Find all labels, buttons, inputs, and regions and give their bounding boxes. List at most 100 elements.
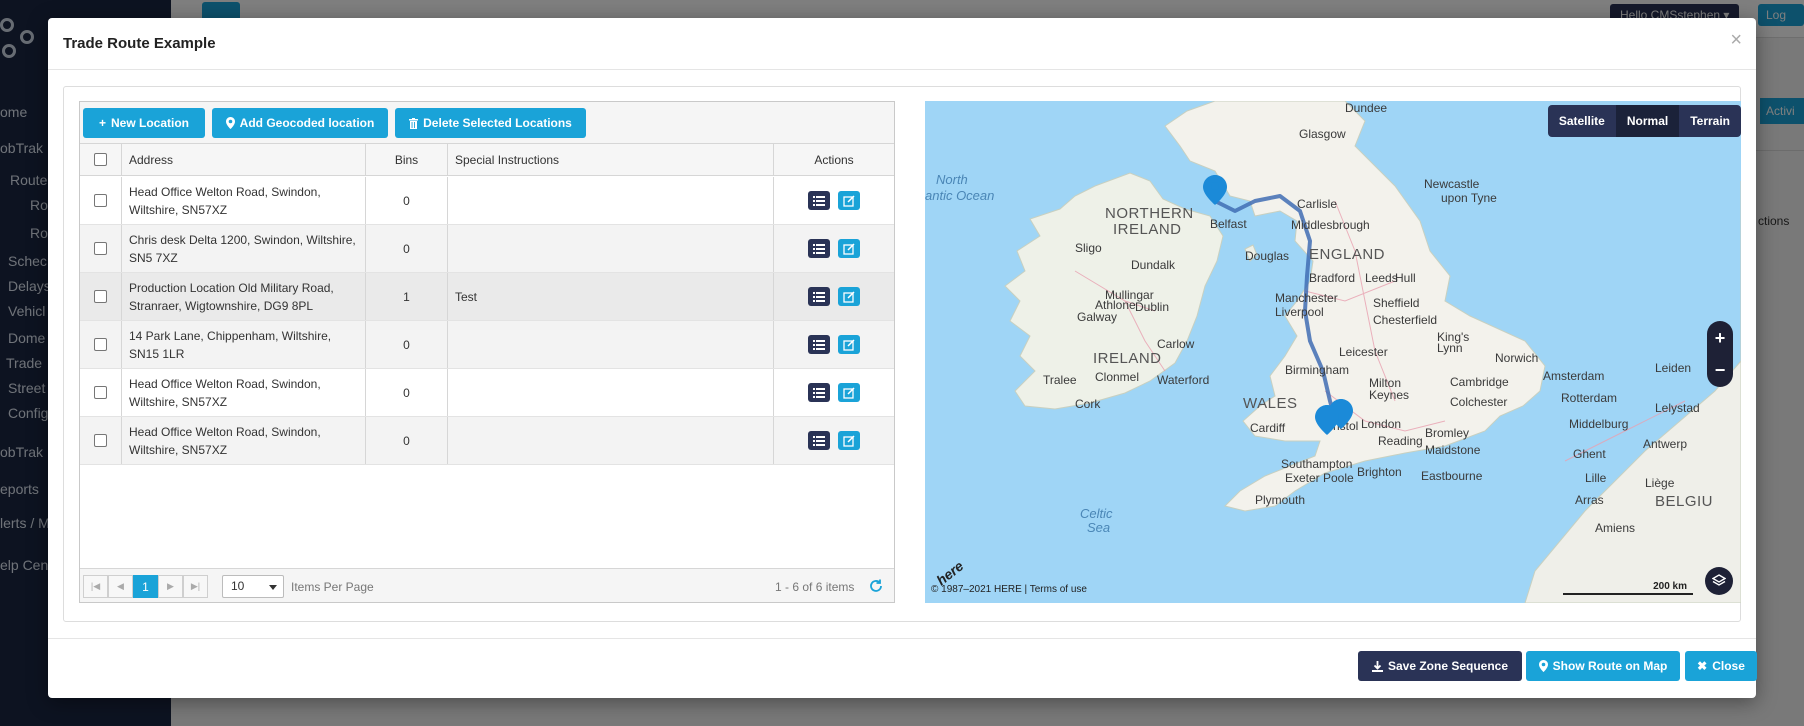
list-icon[interactable]: [808, 431, 830, 450]
new-location-button[interactable]: + New Location: [83, 108, 205, 138]
row-checkbox[interactable]: [94, 338, 107, 351]
edit-icon[interactable]: [838, 431, 860, 450]
map-label: Liverpool: [1275, 305, 1324, 319]
map-label: Exeter: [1285, 471, 1320, 485]
caret-down-icon: [269, 585, 277, 590]
map-label: Amsterdam: [1543, 369, 1605, 383]
table-row[interactable]: Head Office Welton Road, Swindon, Wiltsh…: [80, 177, 894, 225]
table-row[interactable]: Head Office Welton Road, Swindon, Wiltsh…: [80, 369, 894, 417]
list-icon[interactable]: [808, 191, 830, 210]
add-geocoded-label: Add Geocoded location: [239, 116, 375, 130]
previous-page-button[interactable]: ◀: [108, 575, 133, 598]
locations-grid: + New Location Add Geocoded location Del…: [79, 101, 895, 603]
map-type-terrain[interactable]: Terrain: [1679, 105, 1741, 137]
map-label: Dundalk: [1131, 258, 1176, 272]
map-marker-icon[interactable]: [1315, 405, 1339, 435]
map-label: Manchester: [1275, 291, 1338, 305]
map-label: Dundee: [1345, 101, 1388, 115]
address-cell: Head Office Welton Road, Swindon, Wiltsh…: [122, 177, 366, 224]
route-map[interactable]: North antic Ocean Celtic Sea Dundee Glasgow Ne…: [925, 101, 1741, 603]
pager-info: 1 - 6 of 6 items: [775, 580, 855, 594]
first-page-button[interactable]: |◀: [83, 575, 108, 598]
page-size-select[interactable]: 10: [222, 575, 284, 598]
edit-icon[interactable]: [838, 335, 860, 354]
special-instructions-cell: [448, 369, 774, 416]
map-label: Maidstone: [1425, 443, 1481, 457]
select-all-checkbox[interactable]: [94, 153, 107, 166]
show-route-on-map-button[interactable]: Show Route on Map: [1526, 651, 1680, 681]
modal-body: + New Location Add Geocoded location Del…: [63, 86, 1741, 622]
refresh-icon[interactable]: [868, 578, 884, 594]
table-row[interactable]: Chris desk Delta 1200, Swindon, Wiltshir…: [80, 225, 894, 273]
special-instructions-cell: [448, 417, 774, 464]
map-label: WALES: [1243, 395, 1298, 412]
zoom-out-button[interactable]: −: [1715, 359, 1726, 381]
edit-icon[interactable]: [838, 287, 860, 306]
row-checkbox[interactable]: [94, 386, 107, 399]
map-label: Leicester: [1339, 345, 1388, 359]
new-location-label: New Location: [111, 116, 190, 130]
close-button[interactable]: ✖ Close: [1685, 651, 1757, 681]
table-row[interactable]: Production Location Old Military Road, S…: [80, 273, 894, 321]
header-select-all-cell: [80, 144, 122, 175]
list-icon[interactable]: [808, 287, 830, 306]
map-label: Reading: [1378, 434, 1423, 448]
map-label: Sheffield: [1373, 296, 1420, 310]
table-row[interactable]: Head Office Welton Road, Swindon, Wiltsh…: [80, 417, 894, 465]
bins-cell: 0: [366, 225, 448, 272]
row-select-cell: [80, 417, 122, 464]
map-type-satellite[interactable]: Satellite: [1548, 105, 1616, 137]
terms-of-use-link[interactable]: Terms of use: [1030, 584, 1087, 595]
zoom-in-button[interactable]: +: [1715, 327, 1726, 349]
bins-cell: 0: [366, 177, 448, 224]
edit-icon[interactable]: [838, 191, 860, 210]
map-type-switcher: Satellite Normal Terrain: [1547, 105, 1741, 137]
table-row[interactable]: 14 Park Lane, Chippenham, Wiltshire, SN1…: [80, 321, 894, 369]
list-icon[interactable]: [808, 335, 830, 354]
row-checkbox[interactable]: [94, 194, 107, 207]
grid-toolbar: + New Location Add Geocoded location Del…: [80, 102, 894, 144]
bins-cell: 0: [366, 369, 448, 416]
map-label: Tralee: [1043, 373, 1077, 387]
layers-button[interactable]: [1705, 567, 1733, 595]
map-label: Eastbourne: [1421, 469, 1483, 483]
map-marker-icon[interactable]: [1203, 175, 1227, 205]
row-select-cell: [80, 273, 122, 320]
map-label: antic Ocean: [925, 188, 995, 203]
last-page-button[interactable]: ▶|: [183, 575, 208, 598]
special-instructions-cell: Test: [448, 273, 774, 320]
map-label: IRELAND: [1093, 350, 1162, 367]
next-page-button[interactable]: ▶: [158, 575, 183, 598]
row-checkbox[interactable]: [94, 242, 107, 255]
save-zone-sequence-button[interactable]: Save Zone Sequence: [1358, 651, 1522, 681]
map-label: Middelburg: [1569, 417, 1629, 431]
map-marker-icon: [225, 117, 235, 129]
map-label: ENGLAND: [1309, 246, 1386, 263]
list-icon[interactable]: [808, 383, 830, 402]
map-type-normal[interactable]: Normal: [1615, 105, 1680, 137]
add-geocoded-location-button[interactable]: Add Geocoded location: [212, 108, 388, 138]
edit-icon[interactable]: [838, 239, 860, 258]
delete-selected-locations-button[interactable]: Delete Selected Locations: [395, 108, 586, 138]
map-label: Birmingham: [1285, 363, 1350, 377]
row-select-cell: [80, 321, 122, 368]
column-header-special-instructions[interactable]: Special Instructions: [448, 144, 774, 175]
row-checkbox[interactable]: [94, 290, 107, 303]
map-label: Liège: [1645, 476, 1675, 490]
bins-cell: 1: [366, 273, 448, 320]
page-number-current[interactable]: 1: [133, 575, 158, 598]
close-icon[interactable]: ×: [1730, 30, 1742, 50]
save-zone-label: Save Zone Sequence: [1387, 659, 1509, 673]
row-checkbox[interactable]: [94, 434, 107, 447]
map-label: Southampton: [1281, 457, 1353, 471]
map-label: Chesterfield: [1373, 313, 1438, 327]
map-label: Glasgow: [1299, 127, 1346, 141]
list-icon[interactable]: [808, 239, 830, 258]
edit-icon[interactable]: [838, 383, 860, 402]
address-cell: Head Office Welton Road, Swindon, Wiltsh…: [122, 417, 366, 464]
column-header-address[interactable]: Address: [122, 144, 366, 175]
column-header-bins[interactable]: Bins: [366, 144, 448, 175]
actions-cell: [774, 321, 894, 368]
special-instructions-cell: [448, 225, 774, 272]
special-instructions-cell: [448, 177, 774, 224]
